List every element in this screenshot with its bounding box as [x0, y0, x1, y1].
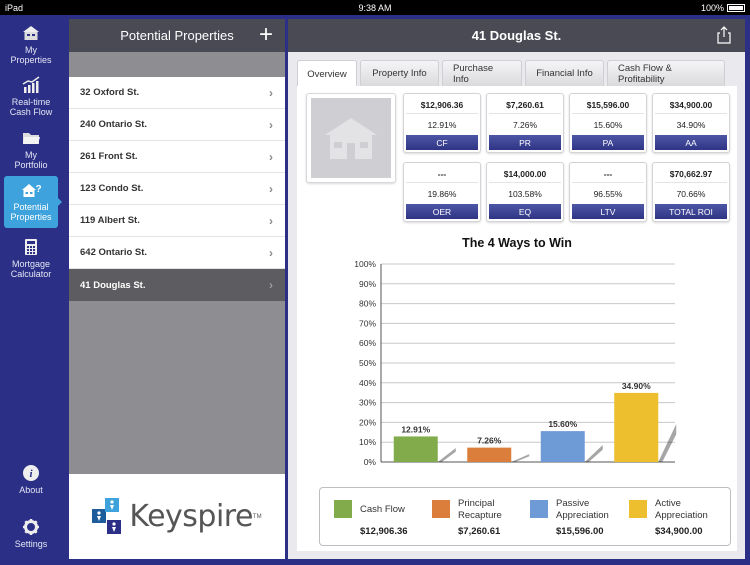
chevron-right-icon: › [269, 149, 273, 164]
data-label: 7.26% [477, 436, 502, 446]
list-item[interactable]: 123 Condo St. › [69, 173, 285, 205]
y-tick-label: 30% [359, 398, 376, 408]
property-photo[interactable] [306, 93, 396, 183]
bar-shadow [584, 445, 603, 462]
svg-text:?: ? [36, 184, 42, 195]
metric-card-cf[interactable]: $12,906.36 12.91% CF [403, 93, 481, 153]
y-tick-label: 20% [359, 417, 376, 427]
nav-potential-properties[interactable]: ? Potential Properties [4, 176, 62, 228]
metric-card-total-roi[interactable]: $70,662.97 70.66% TOTAL ROI [652, 162, 730, 222]
device-label: iPad [5, 2, 24, 13]
chevron-right-icon: › [269, 245, 273, 260]
bar-shadow [511, 454, 530, 462]
bar-chart-icon [22, 76, 40, 93]
data-label: 15.60% [548, 419, 577, 429]
keyspire-logo: Keyspire TM [69, 474, 285, 559]
folder-icon [23, 133, 40, 144]
logo-text: Keyspire [129, 499, 253, 534]
bar-passive-appreciation [540, 431, 585, 462]
nav-about[interactable]: i About [4, 459, 58, 511]
data-label: 12.91% [401, 424, 430, 434]
nav-my-portfolio[interactable]: My Portfolio [4, 124, 58, 176]
metric-card-ltv[interactable]: --- 96.55% LTV [569, 162, 647, 222]
chevron-right-icon: › [269, 181, 273, 196]
tab-financial-info[interactable]: Financial Info [525, 60, 604, 86]
y-tick-label: 90% [359, 279, 376, 289]
detail-header: 41 Douglas St. [288, 19, 745, 52]
house-placeholder-icon [325, 118, 377, 159]
property-detail-pane: 41 Douglas St. Overview Property Info Pu… [288, 19, 745, 559]
y-tick-label: 80% [359, 299, 376, 309]
list-item[interactable]: 240 Ontario St. › [69, 109, 285, 141]
battery-percent: 100% [700, 2, 724, 13]
metric-card-aa[interactable]: $34,900.00 34.90% AA [652, 93, 730, 153]
tab-cash-flow-profitability[interactable]: Cash Flow & Profitability [607, 60, 725, 86]
nav-settings[interactable]: Settings [4, 513, 58, 565]
y-tick-label: 70% [359, 318, 376, 328]
y-tick-label: 0% [364, 457, 377, 467]
chevron-right-icon: › [269, 117, 273, 132]
list-item[interactable]: 261 Front St. › [69, 141, 285, 173]
metric-card-pr[interactable]: $7,260.61 7.26% PR [486, 93, 564, 153]
gear-icon [23, 519, 39, 535]
y-tick-label: 100% [354, 259, 376, 269]
bar-active-appreciation [614, 392, 659, 462]
y-tick-label: 10% [359, 437, 376, 447]
bar-cash-flow [393, 436, 438, 462]
house-question-icon: ? [22, 184, 42, 197]
overview-panel: $12,906.36 12.91% CF $7,260.61 7.26% PR $15,… [297, 86, 737, 551]
legend-swatch [334, 500, 352, 518]
metric-card-oer[interactable]: --- 19.86% OER [403, 162, 481, 222]
nav-my-properties[interactable]: My Properties [4, 19, 58, 71]
nav-realtime-cash-flow[interactable]: Real-time Cash Flow [4, 71, 58, 123]
bar-principal-recapture [467, 447, 512, 462]
list-title: Potential Properties [120, 28, 234, 43]
bar-shadow [437, 447, 456, 462]
y-tick-label: 60% [359, 338, 376, 348]
chart-legend: Cash Flow $12,906.36 Principal Recapture … [319, 487, 731, 546]
tab-overview[interactable]: Overview [297, 60, 357, 87]
house-icon [23, 26, 39, 40]
metric-card-pa[interactable]: $15,596.00 15.60% PA [569, 93, 647, 153]
legend-swatch [432, 500, 450, 518]
add-property-button[interactable]: + [259, 23, 273, 47]
legend-swatch [530, 500, 548, 518]
metric-card-eq[interactable]: $14,000.00 103.58% EQ [486, 162, 564, 222]
tab-bar: Overview Property Info Purchase Info Fin… [297, 60, 725, 87]
tab-property-info[interactable]: Property Info [360, 60, 439, 86]
bar-shadow [658, 423, 677, 462]
chevron-right-icon: › [269, 85, 273, 100]
list-item[interactable]: 642 Ontario St. › [69, 237, 285, 269]
logo-mark-icon [92, 497, 122, 534]
calculator-icon [25, 239, 37, 255]
nav-rail: My Properties Real-time Cash Flow My Por… [0, 15, 68, 563]
y-tick-label: 50% [359, 358, 376, 368]
list-item[interactable]: 32 Oxford St. › [69, 77, 285, 109]
legend-swatch [629, 500, 647, 518]
clock: 9:38 AM [358, 2, 392, 13]
data-label: 34.90% [622, 381, 651, 391]
list-header: Potential Properties + [69, 19, 285, 52]
battery-icon [727, 3, 745, 12]
chevron-right-icon: › [269, 278, 273, 292]
property-list-pane: Potential Properties + 32 Oxford St. › 24… [69, 19, 285, 559]
nav-mortgage-calculator[interactable]: Mortgage Calculator [4, 233, 58, 285]
status-bar: iPad 9:38 AM 100% [0, 0, 750, 15]
four-ways-bar-chart: 0% 10% 20% 30% 40% 50% 60% 70% 80% 90% 100% 12.91% 7… [354, 259, 677, 467]
share-icon[interactable] [717, 26, 731, 44]
chevron-right-icon: › [269, 213, 273, 228]
info-icon: i [23, 465, 39, 481]
tab-purchase-info[interactable]: Purchase Info [442, 60, 522, 86]
detail-title: 41 Douglas St. [471, 28, 562, 43]
y-tick-label: 40% [359, 378, 376, 388]
list-item[interactable]: 119 Albert St. › [69, 205, 285, 237]
list-item-selected[interactable]: 41 Douglas St. › [69, 269, 285, 301]
